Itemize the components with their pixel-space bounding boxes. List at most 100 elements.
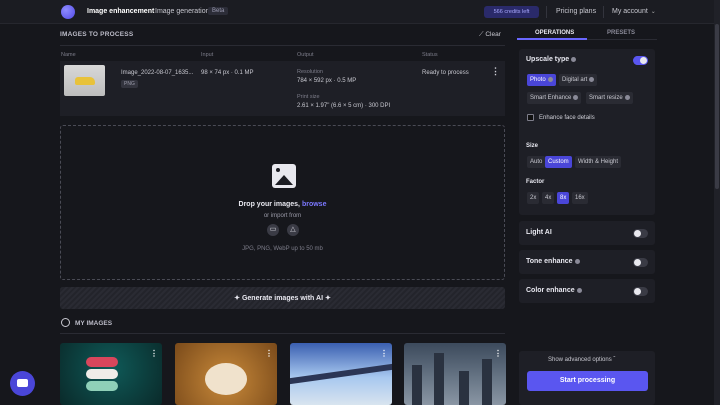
info-icon [573, 94, 579, 100]
folder-icon[interactable]: ▭ [267, 224, 279, 236]
smart-enhance-label: Smart Enhance [530, 95, 572, 101]
my-account-label: My account [612, 8, 648, 15]
factor-label: Factor [526, 179, 545, 185]
chat-support-button[interactable] [10, 371, 35, 396]
sparkle-icon: ✦ [323, 295, 331, 302]
scrollbar[interactable] [714, 0, 720, 405]
status-text: Ready to process [422, 70, 469, 76]
gallery-image[interactable]: ⋮ [404, 343, 506, 405]
tab-operations[interactable]: OPERATIONS [535, 30, 574, 36]
start-processing-button[interactable]: Start processing [527, 371, 648, 391]
dropzone[interactable]: Drop your images, browse or import from … [60, 125, 505, 280]
image-menu-icon[interactable]: ⋮ [494, 349, 502, 358]
chat-bubble-icon [17, 379, 28, 387]
gallery-image[interactable]: ⋮ [175, 343, 277, 405]
upscale-toggle[interactable] [633, 56, 648, 65]
my-images-title: MY IMAGES [75, 320, 113, 327]
tone-enhance-toggle[interactable] [633, 258, 648, 267]
info-icon [589, 76, 595, 82]
divider [546, 6, 547, 18]
input-size: 98 × 74 px · 0.1 MP [201, 70, 254, 76]
light-ai-card: Light AI [519, 221, 655, 245]
pricing-plans-link[interactable]: Pricing plans [556, 8, 596, 15]
image-thumbnail [64, 65, 105, 96]
resolution-label: Resolution [297, 69, 323, 75]
drop-text: Drop your images, [238, 201, 300, 208]
type-smart-enhance-chip[interactable]: Smart Enhance [527, 92, 582, 104]
import-from-text: or import from [263, 213, 302, 219]
info-icon[interactable] [571, 56, 577, 62]
advanced-options-toggle[interactable]: Show advanced options ˆ [548, 357, 615, 363]
smart-resize-label: Smart resize [589, 95, 623, 101]
info-icon [624, 94, 630, 100]
clear-button[interactable]: ⟋ Clear [479, 31, 501, 39]
app-logo[interactable] [61, 5, 75, 19]
my-account-menu[interactable]: My account ⌄ [612, 8, 656, 15]
gallery-image[interactable]: ⋮ [60, 343, 162, 405]
info-icon [547, 76, 553, 82]
factor-8x-chip[interactable]: 8x [557, 192, 570, 204]
top-bar: Image enhancement Image generation Beta … [0, 0, 720, 24]
info-icon[interactable] [576, 287, 582, 293]
advanced-options-label: Show advanced options [548, 357, 612, 363]
tone-enhance-title: Tone enhance [526, 258, 580, 265]
divider [603, 6, 604, 18]
tone-enhance-card: Tone enhance [519, 250, 655, 274]
nav-image-generation[interactable]: Image generation [155, 8, 209, 15]
beta-badge: Beta [208, 7, 229, 15]
enhance-face-checkbox[interactable] [527, 114, 534, 121]
divider [60, 45, 505, 46]
image-menu-icon[interactable]: ⋮ [265, 349, 273, 358]
print-size-label: Print size [297, 94, 320, 100]
factor-16x-chip[interactable]: 16x [572, 192, 588, 204]
images-section-title: IMAGES TO PROCESS [60, 31, 134, 38]
chevron-up-icon: ˆ [613, 357, 616, 363]
column-name: Name [61, 52, 76, 58]
clear-label: Clear [485, 31, 501, 38]
digital-art-label: Digital art [562, 77, 588, 83]
my-images-icon [61, 318, 70, 327]
output-resolution: 784 × 592 px · 0.5 MP [297, 78, 357, 84]
size-custom-chip[interactable]: Custom [545, 156, 572, 168]
type-smart-resize-chip[interactable]: Smart resize [586, 92, 633, 104]
size-width-height-chip[interactable]: Width & Height [575, 156, 622, 168]
image-menu-icon[interactable]: ⋮ [150, 349, 158, 358]
type-photo-chip[interactable]: Photo [527, 74, 556, 86]
browse-link[interactable]: browse [302, 201, 327, 208]
dropzone-title: Drop your images, browse [61, 201, 504, 208]
light-ai-toggle[interactable] [633, 229, 648, 238]
color-enhance-title: Color enhance [526, 287, 582, 294]
image-filename: Image_2022-08-07_1635... [121, 70, 194, 76]
type-digital-art-chip[interactable]: Digital art [559, 74, 598, 86]
column-output: Output [297, 52, 314, 58]
sparkle-icon: ✦ [234, 295, 242, 302]
info-icon[interactable] [574, 258, 580, 264]
color-enhance-label: Color enhance [526, 287, 575, 294]
scrollbar-thumb[interactable] [715, 24, 719, 189]
image-menu-icon[interactable]: ⋮ [380, 349, 388, 358]
image-upload-icon [272, 164, 296, 188]
generate-images-ai-button[interactable]: ✦ Generate images with AI ✦ [60, 287, 505, 309]
gallery-image[interactable]: ⋮ [290, 343, 392, 405]
tab-presets[interactable]: PRESETS [607, 30, 635, 36]
size-label: Size [526, 143, 539, 149]
column-input: Input [201, 52, 214, 58]
tone-enhance-label: Tone enhance [526, 258, 573, 265]
color-enhance-toggle[interactable] [633, 287, 648, 296]
print-size: 2.61 × 1.97" (6.6 × 5 cm) · 300 DPI [297, 103, 391, 109]
light-ai-title: Light AI [526, 229, 552, 236]
row-menu-icon[interactable]: ⋮ [491, 66, 500, 77]
divider [60, 333, 505, 334]
enhance-face-label: Enhance face details [539, 115, 595, 121]
factor-2x-chip[interactable]: 2x [527, 192, 540, 204]
generate-ai-label: ✦ Generate images with AI ✦ [60, 294, 505, 302]
factor-4x-chip[interactable]: 4x [542, 192, 555, 204]
google-drive-icon[interactable]: △ [287, 224, 299, 236]
color-enhance-card: Color enhance [519, 279, 655, 303]
nav-image-enhancement[interactable]: Image enhancement [87, 8, 154, 15]
upscale-type-label: Upscale type [526, 56, 570, 63]
size-auto-chip[interactable]: Auto [527, 156, 546, 168]
generate-ai-text: Generate images with AI [241, 295, 324, 302]
credits-badge[interactable]: 566 credits left [484, 6, 539, 18]
image-row[interactable]: Image_2022-08-07_1635... PNG 98 × 74 px … [60, 61, 505, 116]
